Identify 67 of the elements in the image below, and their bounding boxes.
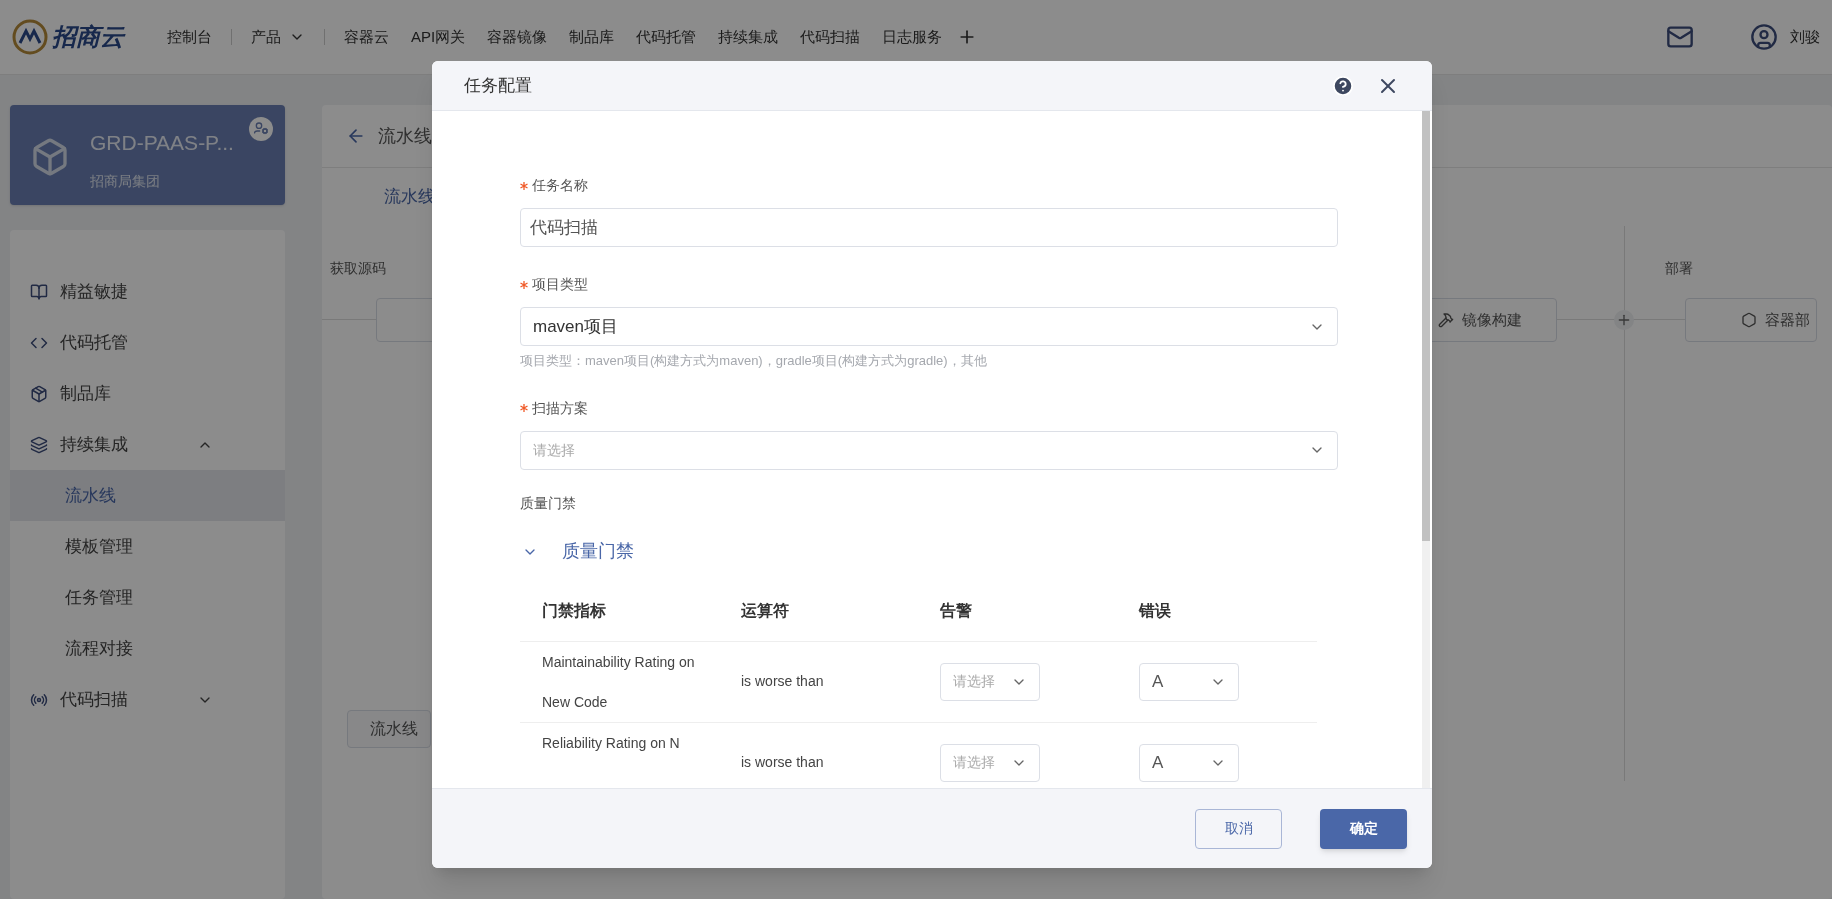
menu-item[interactable]: 精益敏捷 [10, 266, 285, 317]
select-field[interactable]: A [1139, 662, 1239, 701]
nav-link[interactable]: API网关 [400, 25, 477, 49]
cube-icon [30, 137, 70, 177]
table-cell-text: Reliability Rating on N [542, 733, 681, 753]
field-label: 扫描方案 [532, 398, 588, 418]
confirm-button[interactable]: 确定 [1320, 808, 1407, 849]
nav-link[interactable]: 代码扫描 [789, 25, 872, 49]
select-value: maven项目 [533, 315, 619, 338]
table-cell-text: is worse than [741, 672, 825, 691]
table-cell-text: is worse than [741, 753, 825, 772]
pipeline-node[interactable]: 容器部 [1685, 298, 1817, 342]
nav-link[interactable]: 持续集成 [707, 25, 790, 49]
select-placeholder: 请选择 [953, 672, 995, 691]
hexagon-icon [1741, 312, 1757, 328]
column-header: 告警 [940, 601, 973, 621]
cancel-button[interactable]: 取消 [1195, 808, 1282, 849]
nav-link[interactable]: 日志服务 [871, 25, 954, 49]
collapse-header[interactable]: 质量门禁 [520, 529, 1338, 574]
user-settings-icon[interactable] [249, 117, 273, 141]
column-header: 错误 [1139, 601, 1172, 621]
pipeline-name-button[interactable]: 流水线 [347, 710, 431, 748]
user-name[interactable]: 刘骏 [1790, 25, 1820, 49]
project-name: GRD-PAAS-P... [90, 130, 234, 156]
logo-icon [12, 19, 48, 55]
select-field[interactable]: maven项目 [520, 307, 1338, 346]
menu-item[interactable]: 持续集成 [10, 419, 285, 470]
menu-icon [30, 435, 48, 454]
project-org: 招商局集团 [90, 171, 161, 191]
nav-link[interactable]: 容器镜像 [476, 25, 559, 49]
help-icon[interactable] [1332, 74, 1354, 97]
nav-link[interactable]: 制品库 [558, 25, 626, 49]
select-value: A [1152, 670, 1164, 693]
section-label: 质量门禁 [520, 493, 577, 513]
table-cell-text: Maintainability Rating on New Code [542, 652, 696, 712]
nav-link[interactable]: 容器云 [333, 25, 400, 49]
hammer-icon [1438, 312, 1454, 328]
stage-title: 部署 [1665, 259, 1693, 278]
logo-text: 招商云 [52, 21, 124, 53]
menu-item[interactable]: 代码托管 [10, 317, 285, 368]
menu-icon [30, 282, 48, 301]
select-placeholder: 请选择 [533, 440, 575, 460]
nav-link[interactable]: 代码托管 [625, 25, 708, 49]
add-stage-icon[interactable] [1614, 310, 1634, 330]
field-label: 项目类型 [532, 275, 588, 294]
select-field[interactable]: A [1139, 743, 1239, 782]
column-header: 门禁指标 [542, 601, 607, 621]
nav-link[interactable]: 控制台 [156, 25, 223, 49]
submenu-item[interactable]: 流程对接 [10, 623, 285, 674]
submenu-item[interactable]: 任务管理 [10, 572, 285, 623]
column-header: 运算符 [741, 601, 790, 621]
field-hint: 项目类型：maven项目(构建方式为maven)，gradle项目(构建方式为gradle)，其他 [520, 352, 988, 370]
stage-title: 获取源码 [330, 259, 386, 278]
submenu-item[interactable]: 流水线 [10, 470, 285, 521]
select-value: A [1152, 751, 1164, 774]
dialog-title: 任务配置 [464, 74, 532, 97]
submenu-item[interactable]: 模板管理 [10, 521, 285, 572]
avatar-icon[interactable] [1750, 23, 1778, 51]
field-label: 任务名称 [532, 176, 588, 195]
scrollbar-thumb[interactable] [1422, 111, 1430, 541]
page-title: 流水线 [378, 124, 432, 148]
menu-icon [30, 384, 48, 403]
input-field[interactable]: 代码扫描 [520, 208, 1338, 247]
select-placeholder: 请选择 [953, 753, 995, 772]
menu-item[interactable]: 代码扫描 [10, 674, 285, 725]
menu-item[interactable]: 制品库 [10, 368, 285, 419]
nav-link[interactable]: 产品 [240, 25, 316, 49]
